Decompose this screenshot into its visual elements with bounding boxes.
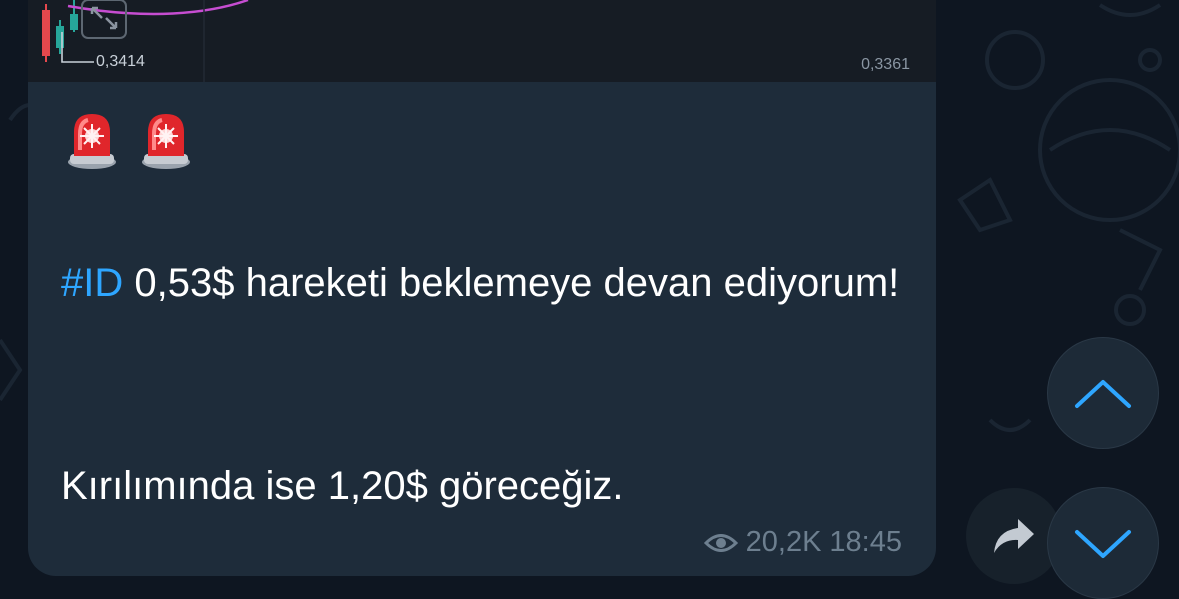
emoji-row [66,110,192,170]
chevron-up-icon [1075,380,1131,408]
message-time: 18:45 [829,526,902,558]
hashtag-link[interactable]: #ID [61,261,123,305]
share-arrow-icon [994,519,1034,553]
chart-preview-image[interactable]: 0,3414 0,3361 [28,0,936,82]
scroll-up-button[interactable] [1047,337,1159,449]
chevron-down-icon [1075,530,1131,558]
price-label-left: 0,3414 [96,53,145,70]
message-text-line2: Kırılımında ise 1,20$ göreceğiz. [61,464,624,508]
siren-emoji-icon [68,114,116,169]
message-meta: 20,2K 18:45 [703,526,902,559]
message-bubble[interactable]: 0,3414 0,3361 #ID 0,53$ hareketi bekleme… [28,0,936,576]
scroll-down-button[interactable] [1047,487,1159,599]
siren-emoji-icon [142,114,190,169]
eye-icon [703,533,738,552]
message-text-line1: #ID 0,53$ hareketi beklemeye devan ediyo… [61,252,921,314]
message-text-rest: 0,53$ hareketi beklemeye devan ediyorum! [123,261,900,305]
view-count: 20,2K [745,526,822,558]
price-label-right: 0,3361 [861,56,910,73]
